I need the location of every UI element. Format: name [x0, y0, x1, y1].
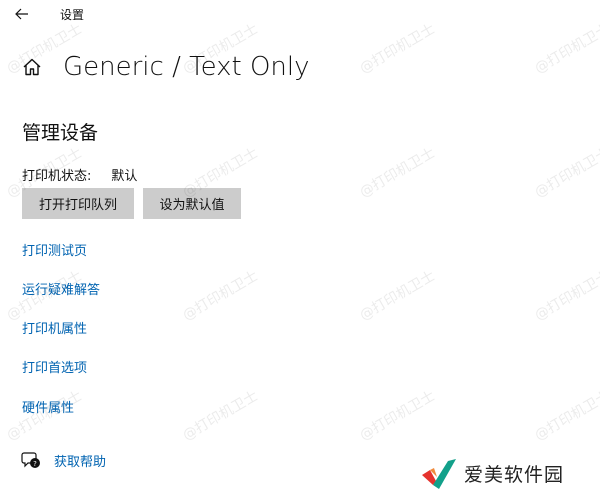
svg-text:?: ?	[33, 460, 37, 468]
back-button[interactable]	[8, 3, 36, 25]
watermark: @打印机卫士	[357, 144, 438, 201]
get-help[interactable]: ? 获取帮助	[20, 450, 106, 470]
status-value: 默认	[111, 169, 138, 184]
title-bar: 设置	[0, 0, 600, 30]
brand-name: 爱美软件园	[464, 463, 565, 486]
printer-status: 打印机状态: 默认	[22, 165, 137, 184]
home-button[interactable]	[20, 55, 44, 79]
status-label: 打印机状态:	[22, 169, 92, 184]
hardware-properties-link[interactable]: 硬件属性	[22, 397, 74, 416]
brand-logo: 爱美软件园	[420, 455, 564, 491]
section-title: 管理设备	[22, 122, 99, 144]
page-header: Generic / Text Only	[20, 52, 310, 82]
page-title: Generic / Text Only	[63, 52, 310, 82]
home-icon	[23, 58, 41, 76]
watermark: @打印机卫士	[357, 387, 438, 444]
back-arrow-icon	[15, 8, 28, 20]
window-title: 设置	[60, 8, 85, 22]
watermark: @打印机卫士	[357, 267, 438, 324]
watermark: @打印机卫士	[180, 267, 261, 324]
set-default-button[interactable]: 设为默认值	[143, 188, 241, 219]
watermark: @打印机卫士	[532, 387, 600, 444]
printing-preferences-link[interactable]: 打印首选项	[22, 357, 87, 376]
open-print-queue-button[interactable]: 打开打印队列	[22, 188, 134, 219]
brand-logo-icon	[422, 459, 456, 489]
action-buttons: 打开打印队列 设为默认值	[22, 188, 250, 219]
watermark: @打印机卫士	[532, 267, 600, 324]
run-troubleshooter-link[interactable]: 运行疑难解答	[22, 279, 100, 298]
help-chat-icon: ?	[20, 450, 42, 470]
printer-properties-link[interactable]: 打印机属性	[22, 318, 87, 337]
watermark: @打印机卫士	[180, 387, 261, 444]
watermark: @打印机卫士	[532, 144, 600, 201]
print-test-page-link[interactable]: 打印测试页	[22, 240, 87, 259]
get-help-link[interactable]: 获取帮助	[54, 451, 106, 470]
